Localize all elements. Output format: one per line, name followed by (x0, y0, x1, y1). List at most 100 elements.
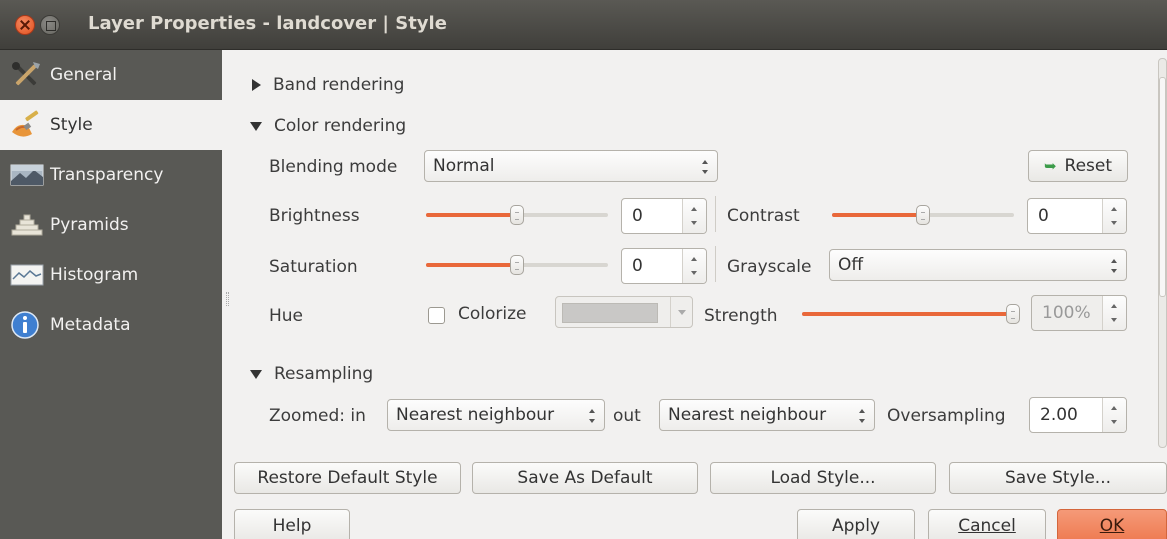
color-rendering-header[interactable]: Color rendering (250, 116, 406, 136)
blending-mode-select[interactable]: Normal (424, 150, 718, 182)
oversampling-spinbox[interactable]: 2.00 (1029, 397, 1127, 433)
reset-label: Reset (1064, 156, 1113, 176)
load-style-label: Load Style... (770, 468, 876, 488)
reset-button[interactable]: ➥ Reset (1028, 150, 1128, 182)
spin-arrows-icon[interactable] (682, 249, 706, 283)
zoomed-out-value: Nearest neighbour (668, 405, 827, 425)
undo-icon: ➥ (1043, 157, 1057, 175)
strength-label: Strength (704, 306, 778, 326)
save-style-label: Save Style... (1004, 468, 1112, 488)
ok-button[interactable]: OK (1057, 509, 1167, 539)
spin-arrows-icon[interactable] (1102, 398, 1126, 432)
ok-label: OK (1099, 516, 1125, 536)
sidebar-item-label: Transparency (50, 165, 164, 185)
color-swatch (562, 303, 658, 323)
apply-label: Apply (832, 516, 880, 536)
save-style-button[interactable]: Save Style... (949, 462, 1167, 494)
zoomed-out-select[interactable]: Nearest neighbour (659, 399, 875, 431)
colorize-color-button[interactable] (555, 296, 693, 328)
sidebar-item-label: Pyramids (50, 215, 129, 235)
colorize-label: Colorize (458, 304, 527, 324)
style-panel: Band rendering Color rendering Blending … (232, 50, 1167, 539)
brightness-slider[interactable] (426, 205, 608, 225)
restore-default-style-button[interactable]: Restore Default Style (234, 462, 461, 494)
colorize-checkbox[interactable] (428, 307, 445, 324)
collapse-icon (250, 369, 262, 379)
chevron-updown-icon (701, 159, 709, 175)
vertical-scrollbar[interactable] (1158, 58, 1167, 448)
strength-value: 100% (1042, 303, 1091, 323)
chevron-updown-icon (1110, 258, 1118, 274)
window-title: Layer Properties - landcover | Style (88, 13, 447, 34)
slider-handle[interactable] (510, 255, 524, 275)
save-as-default-button[interactable]: Save As Default (472, 462, 698, 494)
maximize-window-icon[interactable] (40, 15, 60, 35)
slider-fill (832, 213, 923, 217)
color-rendering-label: Color rendering (274, 116, 407, 136)
transparency-icon (10, 160, 50, 190)
chevron-updown-icon (858, 408, 866, 424)
sidebar-item-pyramids[interactable]: Pyramids (0, 200, 222, 250)
sidebar-item-transparency[interactable]: Transparency (0, 150, 222, 200)
contrast-slider[interactable] (832, 205, 1014, 225)
sidebar-item-label: Metadata (50, 315, 131, 335)
zoomed-in-value: Nearest neighbour (396, 405, 555, 425)
apply-button[interactable]: Apply (797, 509, 915, 539)
divider (715, 196, 716, 232)
strength-slider[interactable] (802, 304, 1020, 324)
blending-mode-label: Blending mode (269, 157, 398, 177)
oversampling-label: Oversampling (887, 406, 1006, 426)
saturation-label: Saturation (269, 257, 358, 277)
info-icon (10, 310, 50, 340)
band-rendering-label: Band rendering (273, 75, 405, 95)
strength-spinbox[interactable]: 100% (1031, 295, 1127, 331)
slider-fill (426, 213, 517, 217)
saturation-slider[interactable] (426, 255, 608, 275)
sidebar-item-histogram[interactable]: Histogram (0, 250, 222, 300)
spin-arrows-icon[interactable] (1102, 296, 1126, 330)
contrast-value: 0 (1038, 206, 1049, 226)
sidebar-item-label: Style (50, 115, 93, 135)
chevron-updown-icon (588, 408, 596, 424)
window-titlebar: Layer Properties - landcover | Style (0, 0, 1167, 50)
contrast-spinbox[interactable]: 0 (1027, 198, 1127, 234)
slider-fill (426, 263, 517, 267)
slider-handle[interactable] (510, 205, 524, 225)
splitter-handle[interactable] (226, 292, 229, 306)
sidebar-item-label: General (50, 65, 117, 85)
resampling-label: Resampling (274, 364, 374, 384)
collapse-icon (250, 121, 262, 131)
sidebar-item-style[interactable]: Style (0, 100, 222, 150)
slider-handle[interactable] (1006, 304, 1020, 324)
pyramids-icon (10, 210, 50, 240)
restore-default-style-label: Restore Default Style (257, 468, 438, 488)
close-window-icon[interactable] (15, 15, 35, 35)
zoomed-in-select[interactable]: Nearest neighbour (387, 399, 605, 431)
cancel-button[interactable]: Cancel (928, 509, 1046, 539)
sidebar-item-general[interactable]: General (0, 50, 222, 100)
scrollbar-thumb[interactable] (1159, 77, 1166, 297)
band-rendering-header[interactable]: Band rendering (252, 75, 404, 95)
sidebar-item-metadata[interactable]: Metadata (0, 300, 222, 350)
contrast-label: Contrast (727, 206, 800, 226)
slider-handle[interactable] (916, 205, 930, 225)
tools-icon (10, 60, 50, 90)
hue-label: Hue (269, 306, 304, 326)
zoomed-out-label: out (613, 406, 641, 426)
spin-arrows-icon[interactable] (682, 199, 706, 233)
grayscale-value: Off (838, 255, 864, 275)
resampling-header[interactable]: Resampling (250, 364, 373, 384)
spin-arrows-icon[interactable] (1102, 199, 1126, 233)
brightness-spinbox[interactable]: 0 (621, 198, 707, 234)
help-button[interactable]: Help (234, 509, 350, 539)
load-style-button[interactable]: Load Style... (710, 462, 936, 494)
grayscale-select[interactable]: Off (829, 249, 1127, 281)
sidebar: General Style Transparency Pyramids Hist… (0, 50, 222, 539)
oversampling-value: 2.00 (1040, 405, 1078, 425)
saturation-spinbox[interactable]: 0 (621, 248, 707, 284)
brightness-label: Brightness (269, 206, 360, 226)
divider (715, 246, 716, 282)
slider-fill (802, 312, 1013, 316)
histogram-icon (10, 260, 50, 290)
sidebar-item-label: Histogram (50, 265, 139, 285)
